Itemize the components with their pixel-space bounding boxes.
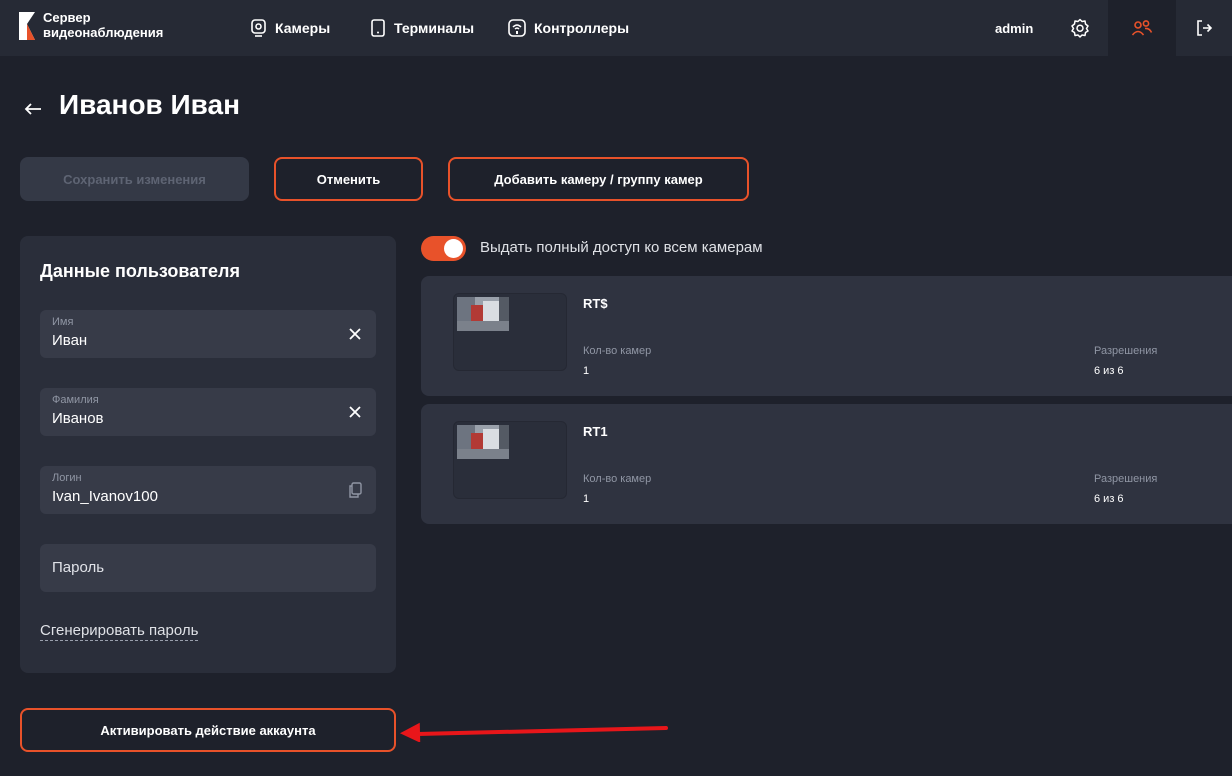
cancel-button[interactable]: Отменить (274, 157, 423, 201)
camera-count-label: Кол-во камер (583, 473, 652, 485)
camera-group-card[interactable]: RT1 Кол-во камер 1 Разрешения 6 из 6 (421, 404, 1232, 524)
save-button[interactable]: Сохранить изменения (20, 157, 249, 201)
login-value[interactable]: Ivan_Ivanov100 (52, 488, 158, 505)
nav-cameras-label: Камеры (275, 20, 331, 36)
camera-preview-image (457, 297, 509, 331)
nav-controllers-label: Контроллеры (534, 20, 630, 36)
clear-last-name-button[interactable] (346, 403, 364, 421)
last-name-value[interactable]: Иванов (52, 410, 104, 427)
last-name-label: Фамилия (52, 394, 99, 406)
copy-icon (349, 482, 362, 498)
user-data-panel: Данные пользователя Имя Иван Фамилия Ива… (20, 236, 396, 673)
permissions-value: 6 из 6 (1094, 365, 1124, 377)
password-field[interactable]: Пароль (40, 544, 376, 592)
nav-terminals[interactable]: Терминалы (370, 0, 474, 56)
camera-preview-image (457, 425, 509, 459)
camera-icon (251, 19, 266, 37)
full-access-label: Выдать полный доступ ко всем камерам (480, 239, 763, 256)
last-name-field[interactable]: Фамилия Иванов (40, 388, 376, 436)
nav-cameras[interactable]: Камеры (250, 0, 330, 56)
users-button[interactable] (1108, 0, 1176, 56)
logout-icon (1197, 20, 1213, 36)
generate-password-link[interactable]: Сгенерировать пароль (40, 622, 199, 641)
camera-group-name: RT$ (583, 296, 608, 311)
logo[interactable]: Сервер видеонаблюдения (18, 10, 163, 42)
gear-icon (1071, 18, 1089, 38)
controller-icon (508, 19, 526, 37)
logo-icon (19, 12, 35, 40)
users-icon (1131, 20, 1153, 36)
top-header: Сервер видеонаблюдения Камеры Терминалы … (0, 0, 1232, 56)
page-title: Иванов Иван (59, 89, 241, 120)
login-field[interactable]: Логин Ivan_Ivanov100 (40, 466, 376, 514)
logout-button[interactable] (1182, 0, 1226, 56)
permissions-label: Разрешения (1094, 345, 1158, 357)
terminal-icon (371, 19, 385, 37)
copy-login-button[interactable] (346, 481, 364, 499)
panel-title: Данные пользователя (40, 261, 240, 281)
close-icon (349, 328, 361, 340)
settings-button[interactable] (1058, 0, 1102, 56)
camera-thumbnail (453, 421, 567, 499)
toggle-knob (444, 239, 463, 258)
close-icon (349, 406, 361, 418)
camera-count-value: 1 (583, 493, 590, 505)
first-name-value[interactable]: Иван (52, 332, 87, 349)
first-name-label: Имя (52, 316, 74, 328)
annotation-arrow-icon (400, 722, 668, 742)
back-arrow-icon[interactable] (22, 98, 44, 120)
login-label: Логин (52, 472, 82, 484)
nav-terminals-label: Терминалы (394, 20, 475, 36)
password-placeholder[interactable]: Пароль (52, 559, 104, 576)
add-camera-button[interactable]: Добавить камеру / группу камер (448, 157, 749, 201)
first-name-field[interactable]: Имя Иван (40, 310, 376, 358)
current-user[interactable]: admin (995, 0, 1033, 56)
logo-line2: видеонаблюдения (43, 25, 164, 40)
activate-account-button[interactable]: Активировать действие аккаунта (20, 708, 396, 752)
camera-thumbnail (453, 293, 567, 371)
clear-first-name-button[interactable] (346, 325, 364, 343)
camera-group-name: RT1 (583, 424, 608, 439)
logo-line1: Сервер (43, 10, 91, 25)
permissions-label: Разрешения (1094, 473, 1158, 485)
camera-group-card[interactable]: RT$ Кол-во камер 1 Разрешения 6 из 6 (421, 276, 1232, 396)
nav-controllers[interactable]: Контроллеры (508, 0, 629, 56)
camera-count-value: 1 (583, 365, 590, 377)
camera-count-label: Кол-во камер (583, 345, 652, 357)
permissions-value: 6 из 6 (1094, 493, 1124, 505)
full-access-toggle[interactable] (421, 236, 466, 261)
